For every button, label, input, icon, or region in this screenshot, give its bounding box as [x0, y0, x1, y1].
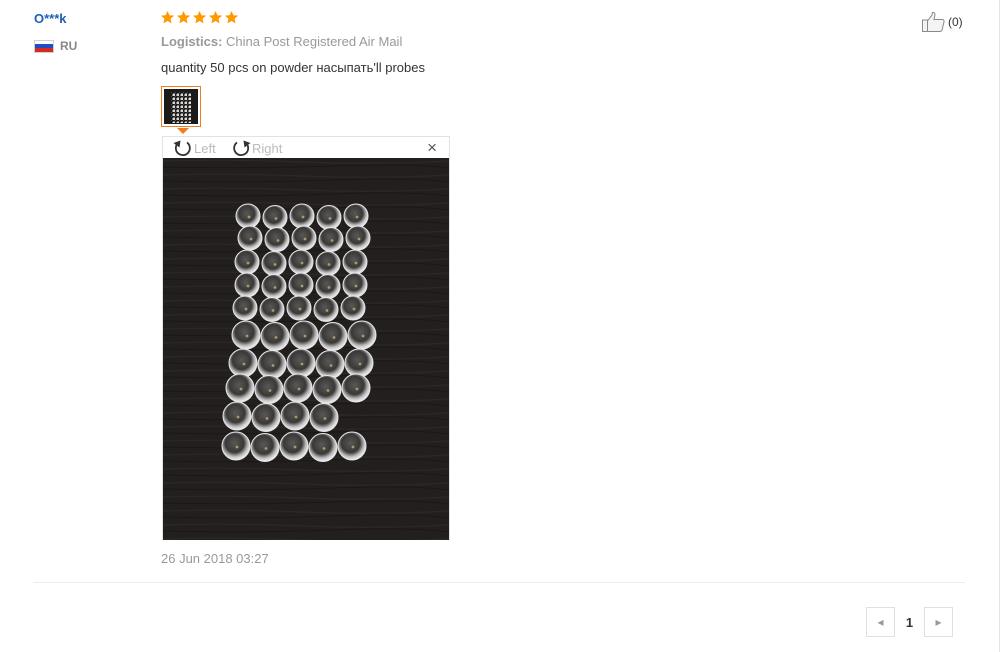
- pagination: ◂ 1 ▸: [866, 607, 953, 637]
- star-icon: [208, 10, 223, 24]
- logistics-info: Logistics: China Post Registered Air Mai…: [161, 34, 402, 49]
- reviewer-country: RU: [34, 39, 77, 53]
- rotate-right-button[interactable]: Right: [230, 138, 282, 158]
- review-photo-thumbnail[interactable]: [161, 86, 201, 127]
- current-page-number[interactable]: 1: [895, 607, 924, 637]
- review-text: quantity 50 pcs on powder насыпать'll pr…: [161, 60, 425, 75]
- rotate-left-icon: [173, 140, 191, 157]
- logistics-value: China Post Registered Air Mail: [226, 34, 403, 49]
- image-viewer: Left Right ×: [162, 136, 450, 540]
- star-icon: [192, 10, 207, 24]
- logistics-label: Logistics:: [161, 34, 223, 49]
- russia-flag-icon: [34, 39, 54, 53]
- star-icon: [160, 10, 175, 24]
- reviewer-name[interactable]: O***k: [34, 11, 67, 26]
- review-date: 26 Jun 2018 03:27: [161, 551, 269, 566]
- rotate-left-label: Left: [194, 140, 216, 156]
- thumbs-up-icon: [922, 11, 945, 32]
- helpful-button[interactable]: (0): [921, 11, 963, 33]
- country-code: RU: [60, 39, 78, 53]
- rotate-left-button[interactable]: Left: [172, 138, 216, 158]
- star-icon: [224, 10, 239, 24]
- next-page-button[interactable]: ▸: [924, 607, 953, 637]
- rating-stars: [160, 10, 239, 25]
- thumbnail-selected-caret: [177, 128, 189, 134]
- prev-page-button[interactable]: ◂: [866, 607, 895, 637]
- close-viewer-button[interactable]: ×: [427, 139, 437, 156]
- image-viewer-toolbar: Left Right ×: [163, 137, 449, 158]
- helpful-count: (0): [948, 15, 963, 29]
- review-photo: [163, 158, 449, 540]
- rotate-right-label: Right: [252, 140, 283, 156]
- rotate-right-icon: [233, 140, 251, 157]
- star-icon: [176, 10, 191, 24]
- review-divider: [33, 582, 965, 583]
